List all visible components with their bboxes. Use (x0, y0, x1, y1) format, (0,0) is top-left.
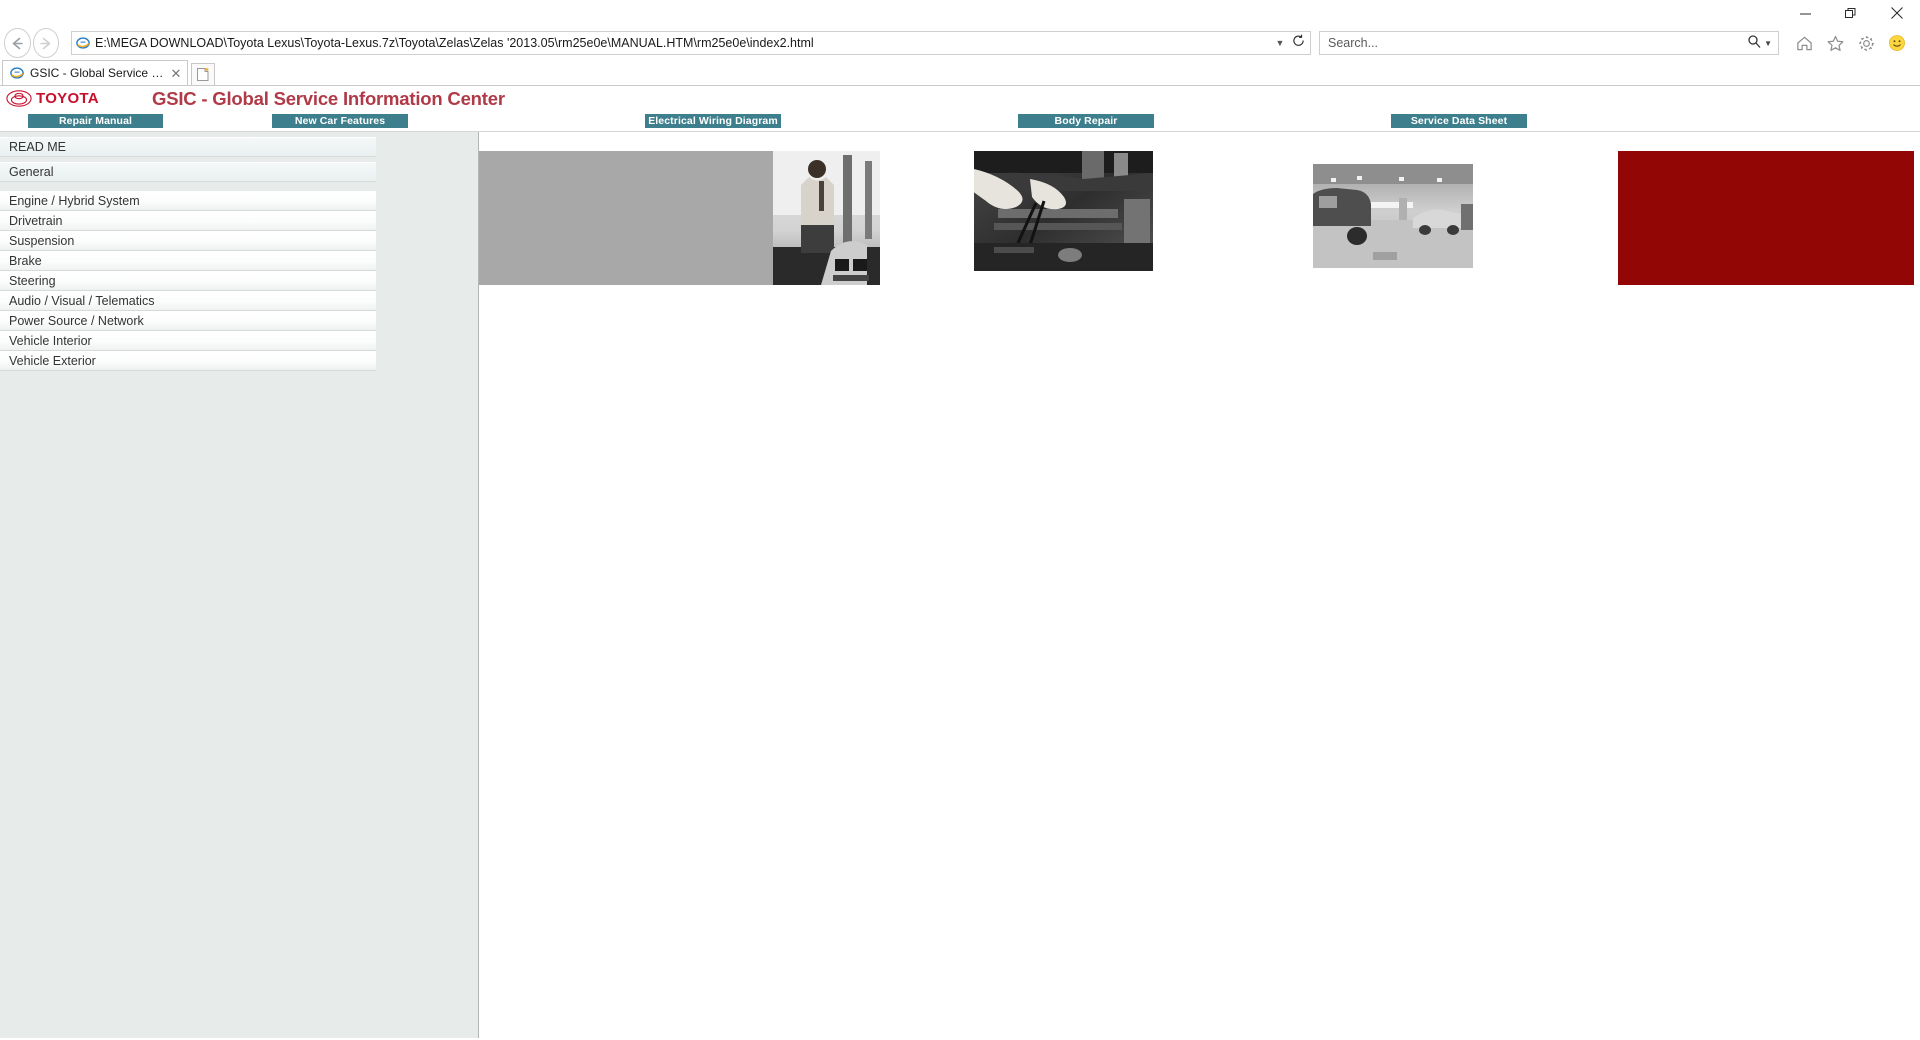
nav-tab-label: Electrical Wiring Diagram (648, 115, 778, 127)
gear-icon[interactable] (1855, 32, 1877, 54)
browser-tab-title: GSIC - Global Service Infor... (30, 66, 164, 80)
sidebar-item-label: Vehicle Interior (9, 334, 92, 348)
sidebar-item-label: Engine / Hybrid System (9, 194, 140, 208)
browser-navigation-bar: E:\MEGA DOWNLOAD\Toyota Lexus\Toyota-Lex… (0, 26, 1920, 60)
nav-tab-label: New Car Features (294, 115, 386, 127)
main-content (479, 132, 1920, 1038)
restore-icon (1845, 8, 1856, 18)
sidebar-item-label: Vehicle Exterior (9, 354, 96, 368)
back-arrow-icon (12, 37, 23, 49)
page-title: GSIC - Global Service Information Center (152, 88, 505, 109)
new-tab-button[interactable] (191, 63, 215, 85)
sidebar-item-audio-visual-telematics[interactable]: Audio / Visual / Telematics (0, 291, 376, 311)
sidebar-item-label: Steering (9, 274, 56, 288)
sidebar: READ ME General Engine / Hybrid System D… (0, 132, 479, 1038)
sidebar-item-label: READ ME (9, 140, 66, 154)
tab-strip: GSIC - Global Service Infor... ✕ (0, 60, 1920, 86)
nav-tab-service-data-sheet[interactable]: Service Data Sheet (1391, 114, 1527, 128)
back-button[interactable] (4, 28, 31, 58)
search-input[interactable]: Search... (1324, 32, 1747, 54)
browser-chrome: E:\MEGA DOWNLOAD\Toyota Lexus\Toyota-Lex… (0, 0, 1920, 86)
home-icon[interactable] (1793, 32, 1815, 54)
forward-button[interactable] (32, 28, 59, 58)
nav-tab-new-car-features[interactable]: New Car Features (272, 114, 408, 128)
hero-placeholder-red[interactable] (1618, 151, 1914, 285)
smiley-face-icon[interactable] (1886, 32, 1908, 54)
minimize-icon (1799, 13, 1811, 14)
chevron-down-icon[interactable]: ▼ (1764, 39, 1772, 48)
chevron-down-icon[interactable]: ▼ (1272, 38, 1288, 48)
search-icon[interactable] (1747, 34, 1761, 53)
address-bar-url: E:\MEGA DOWNLOAD\Toyota Lexus\Toyota-Lex… (95, 36, 814, 50)
forward-arrow-icon (40, 37, 51, 49)
sidebar-item-power-source-network[interactable]: Power Source / Network (0, 311, 376, 331)
sidebar-item-vehicle-interior[interactable]: Vehicle Interior (0, 331, 376, 351)
hero-image-row (479, 132, 1920, 312)
sidebar-item-label: General (9, 165, 54, 179)
sidebar-item-engine-hybrid-system[interactable]: Engine / Hybrid System (0, 191, 376, 211)
browser-toolbar-icons (1793, 32, 1916, 54)
hero-photo-workshop[interactable] (1313, 164, 1473, 268)
gsic-nav-tabs: Repair Manual New Car Features Electrica… (0, 114, 1920, 132)
sidebar-item-vehicle-exterior[interactable]: Vehicle Exterior (0, 351, 376, 371)
minimize-button[interactable] (1782, 0, 1828, 26)
toyota-logo: TOYOTA (6, 90, 99, 107)
nav-tab-label: Body Repair (1054, 115, 1118, 127)
search-box[interactable]: Search... ▼ (1319, 31, 1779, 55)
address-bar[interactable]: E:\MEGA DOWNLOAD\Toyota Lexus\Toyota-Lex… (71, 31, 1311, 55)
gsic-body: READ ME General Engine / Hybrid System D… (0, 132, 1920, 1038)
gsic-page: TOYOTA GSIC - Global Service Information… (0, 86, 1920, 1038)
sidebar-item-read-me[interactable]: READ ME (0, 137, 376, 157)
hero-photo-technician[interactable] (773, 151, 880, 285)
window-titlebar (0, 0, 1920, 26)
nav-tab-label: Repair Manual (58, 115, 133, 127)
sidebar-item-label: Audio / Visual / Telematics (9, 294, 155, 308)
sidebar-item-label: Drivetrain (9, 214, 63, 228)
nav-tab-repair-manual[interactable]: Repair Manual (28, 114, 163, 128)
toyota-wordmark: TOYOTA (36, 90, 99, 107)
sidebar-item-suspension[interactable]: Suspension (0, 231, 376, 251)
internet-explorer-icon (74, 36, 92, 50)
browser-tab[interactable]: GSIC - Global Service Infor... ✕ (2, 60, 188, 85)
toyota-emblem-icon (6, 90, 32, 107)
new-tab-icon (197, 67, 209, 81)
sidebar-item-label: Suspension (9, 234, 75, 248)
refresh-icon[interactable] (1288, 34, 1308, 52)
close-button[interactable] (1874, 0, 1920, 26)
sidebar-item-label: Brake (9, 254, 42, 268)
hero-photo-engine-service[interactable] (974, 151, 1153, 271)
sidebar-item-drivetrain[interactable]: Drivetrain (0, 211, 376, 231)
nav-tab-electrical-wiring-diagram[interactable]: Electrical Wiring Diagram (645, 114, 781, 128)
sidebar-item-label: Power Source / Network (9, 314, 144, 328)
favorites-star-icon[interactable] (1824, 32, 1846, 54)
hero-placeholder-gray[interactable] (479, 151, 880, 285)
close-icon[interactable]: ✕ (169, 67, 183, 80)
nav-tab-label: Service Data Sheet (1410, 115, 1508, 127)
close-icon (1891, 7, 1903, 19)
sidebar-item-brake[interactable]: Brake (0, 251, 376, 271)
window-controls (1782, 0, 1920, 26)
nav-tab-body-repair[interactable]: Body Repair (1018, 114, 1154, 128)
restore-button[interactable] (1828, 0, 1874, 26)
sidebar-item-steering[interactable]: Steering (0, 271, 376, 291)
sidebar-item-general[interactable]: General (0, 162, 376, 182)
gsic-header: TOYOTA GSIC - Global Service Information… (0, 86, 1920, 112)
internet-explorer-icon (9, 65, 25, 81)
